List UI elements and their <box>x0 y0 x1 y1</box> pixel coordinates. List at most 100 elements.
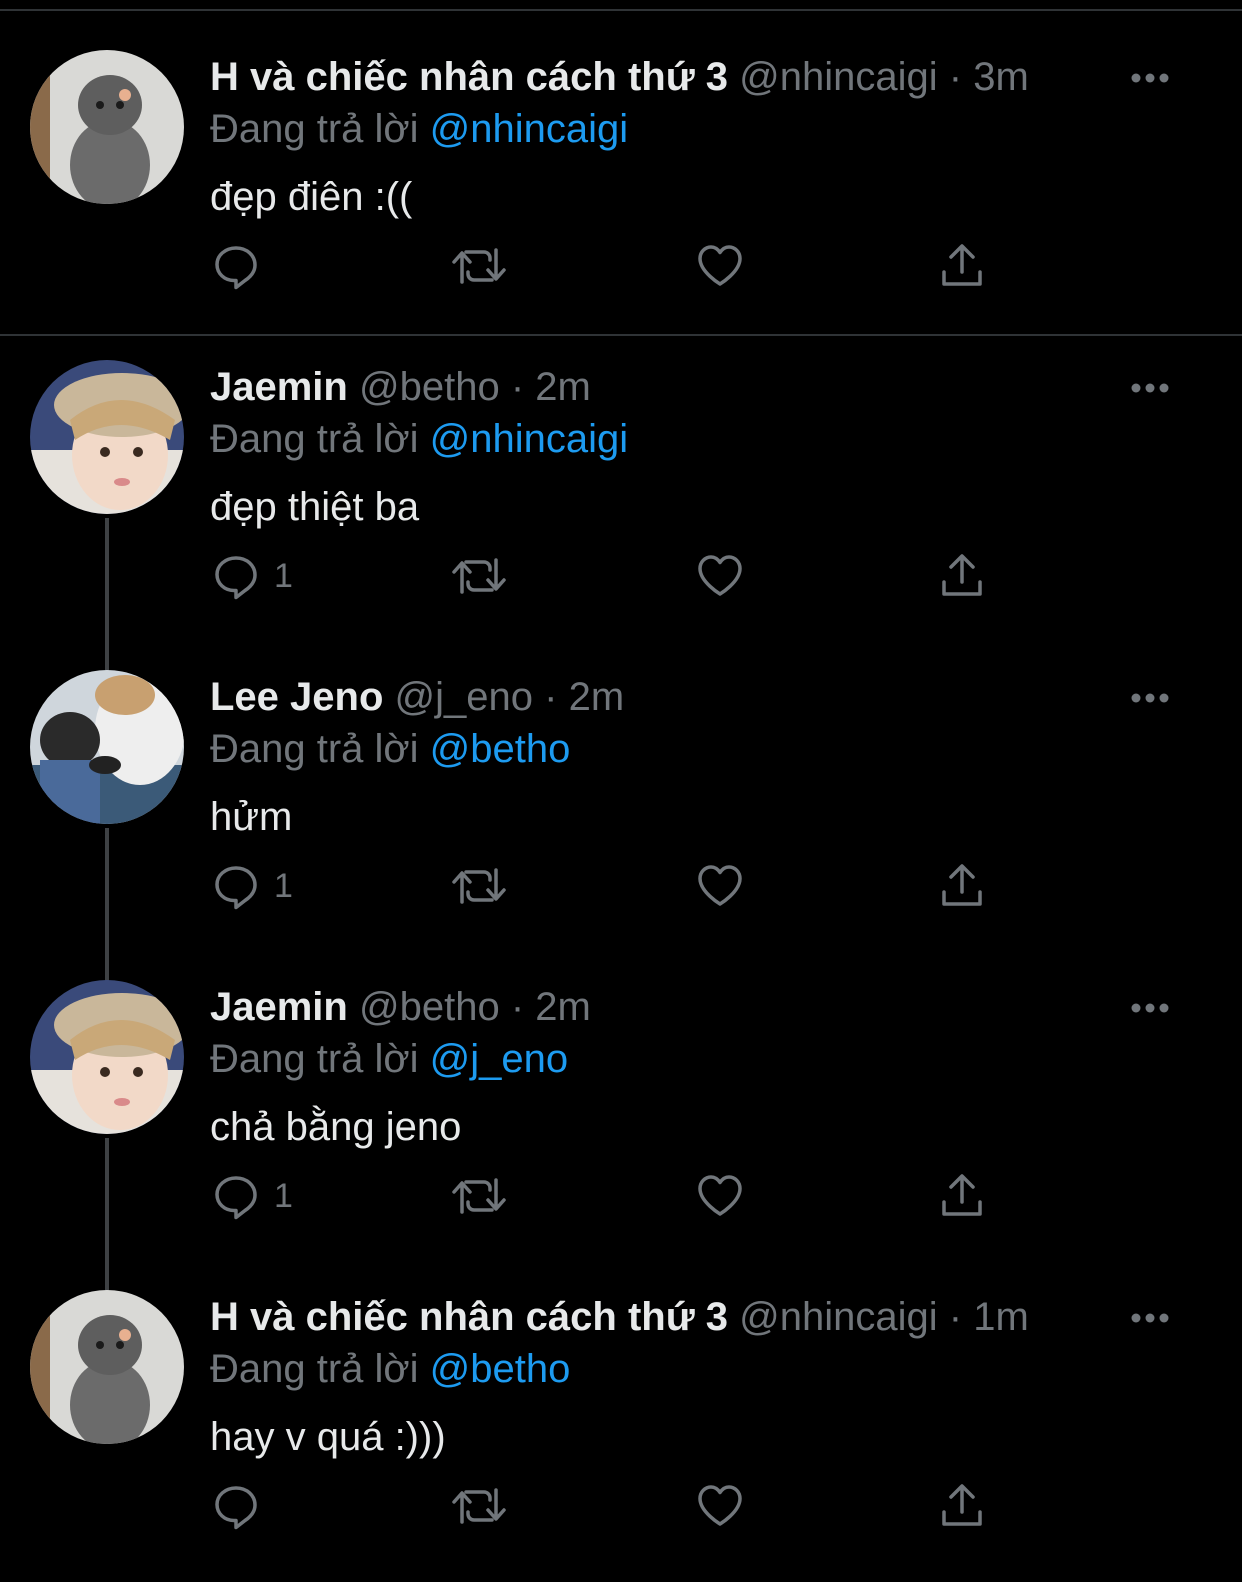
user-handle[interactable]: @betho <box>359 365 500 409</box>
reply-bubble-icon <box>215 556 257 600</box>
user-handle[interactable]: @j_eno <box>395 675 533 719</box>
like-button[interactable] <box>696 1168 744 1224</box>
heart-icon <box>698 1175 742 1216</box>
mention-link[interactable]: @nhincaigi <box>430 107 629 151</box>
reply-bubble-icon <box>215 1486 257 1530</box>
reply-bubble-icon <box>215 866 257 910</box>
retweet-icon <box>452 1178 506 1214</box>
share-upload-icon <box>942 554 982 596</box>
more-horizontal-icon[interactable] <box>1130 686 1170 710</box>
tweet-text: hay v quá :))) <box>210 1415 446 1459</box>
tweet[interactable]: Jaemin @betho · 2m Đang trả lời @j_eno c… <box>0 930 1242 1293</box>
more-horizontal-icon[interactable] <box>1130 66 1170 90</box>
tweet-text: hửm <box>210 795 293 839</box>
retweet-button[interactable] <box>452 1168 506 1224</box>
separator-dot: · <box>510 985 525 1029</box>
tweet-actions <box>0 1478 1242 1534</box>
like-button[interactable] <box>696 1478 744 1534</box>
share-button[interactable] <box>938 858 986 914</box>
more-horizontal-icon[interactable] <box>1130 376 1170 400</box>
reply-count: 1 <box>274 866 293 905</box>
retweet-button[interactable] <box>452 1478 506 1534</box>
replying-to: Đang trả lời @betho <box>210 724 570 774</box>
replying-to-label: Đang trả lời <box>210 727 419 771</box>
replying-to: Đang trả lời @nhincaigi <box>210 414 628 464</box>
mention-link[interactable]: @betho <box>430 727 571 771</box>
like-button[interactable] <box>696 858 744 914</box>
reply-bubble-icon <box>215 1176 257 1220</box>
reply-button[interactable]: 1 <box>212 858 293 914</box>
replying-to-label: Đang trả lời <box>210 1347 419 1391</box>
user-handle[interactable]: @nhincaigi <box>739 1295 938 1339</box>
separator-dot: · <box>948 55 963 99</box>
retweet-button[interactable] <box>452 548 506 604</box>
tweet-header: Jaemin @betho · 2m <box>210 362 591 412</box>
retweet-icon <box>452 558 506 594</box>
avatar[interactable] <box>30 1290 184 1444</box>
like-button[interactable] <box>696 238 744 294</box>
timestamp[interactable]: 2m <box>535 365 591 409</box>
tweet[interactable]: H và chiếc nhân cách thứ 3 @nhincaigi · … <box>0 0 1242 310</box>
replying-to-label: Đang trả lời <box>210 107 419 151</box>
retweet-button[interactable] <box>452 858 506 914</box>
reply-button[interactable]: 1 <box>212 548 293 604</box>
reply-button[interactable] <box>212 1478 274 1534</box>
avatar[interactable] <box>30 360 184 514</box>
replying-to: Đang trả lời @betho <box>210 1344 570 1394</box>
replying-to-label: Đang trả lời <box>210 417 419 461</box>
share-button[interactable] <box>938 1478 986 1534</box>
avatar[interactable] <box>30 980 184 1134</box>
mention-link[interactable]: @nhincaigi <box>430 417 629 461</box>
share-button[interactable] <box>938 238 986 294</box>
display-name[interactable]: H và chiếc nhân cách thứ 3 <box>210 1295 728 1339</box>
share-button[interactable] <box>938 548 986 604</box>
share-upload-icon <box>942 1174 982 1216</box>
retweet-icon <box>452 248 506 284</box>
more-horizontal-icon[interactable] <box>1130 996 1170 1020</box>
reply-count: 1 <box>274 556 293 595</box>
avatar[interactable] <box>30 670 184 824</box>
display-name[interactable]: H và chiếc nhân cách thứ 3 <box>210 55 728 99</box>
share-upload-icon <box>942 1484 982 1526</box>
heart-icon <box>698 865 742 906</box>
tweet[interactable]: Jaemin @betho · 2m Đang trả lời @nhincai… <box>0 310 1242 673</box>
share-button[interactable] <box>938 1168 986 1224</box>
display-name[interactable]: Lee Jeno <box>210 675 383 719</box>
tweet[interactable]: H và chiếc nhân cách thứ 3 @nhincaigi · … <box>0 1240 1242 1550</box>
mention-link[interactable]: @j_eno <box>430 1037 568 1081</box>
timestamp[interactable]: 3m <box>973 55 1029 99</box>
user-handle[interactable]: @nhincaigi <box>739 55 938 99</box>
timestamp[interactable]: 2m <box>535 985 591 1029</box>
separator-dot: · <box>510 365 525 409</box>
tweet-text: đẹp thiệt ba <box>210 485 420 529</box>
tweet-actions: 1 <box>0 548 1242 604</box>
tweet[interactable]: Lee Jeno @j_eno · 2m Đang trả lời @betho… <box>0 620 1242 983</box>
display-name[interactable]: Jaemin <box>210 365 348 409</box>
replying-to-label: Đang trả lời <box>210 1037 419 1081</box>
reply-button[interactable] <box>212 238 274 294</box>
tweet-header: H và chiếc nhân cách thứ 3 @nhincaigi · … <box>210 52 1029 102</box>
heart-icon <box>698 555 742 596</box>
tweet-header: Jaemin @betho · 2m <box>210 982 591 1032</box>
display-name[interactable]: Jaemin <box>210 985 348 1029</box>
share-upload-icon <box>942 244 982 286</box>
user-handle[interactable]: @betho <box>359 985 500 1029</box>
tweet-actions: 1 <box>0 1168 1242 1224</box>
more-horizontal-icon[interactable] <box>1130 1306 1170 1330</box>
reply-bubble-icon <box>215 246 257 290</box>
tweet-text: đẹp điên :(( <box>210 175 413 219</box>
tweet-header: Lee Jeno @j_eno · 2m <box>210 672 624 722</box>
timestamp[interactable]: 1m <box>973 1295 1029 1339</box>
tweet-text: chả bằng jeno <box>210 1105 462 1149</box>
separator-dot: · <box>948 1295 963 1339</box>
tweet-actions <box>0 238 1242 294</box>
timestamp[interactable]: 2m <box>569 675 625 719</box>
avatar[interactable] <box>30 50 184 204</box>
reply-button[interactable]: 1 <box>212 1168 293 1224</box>
heart-icon <box>698 1485 742 1526</box>
share-upload-icon <box>942 864 982 906</box>
mention-link[interactable]: @betho <box>430 1347 571 1391</box>
reply-count: 1 <box>274 1176 293 1215</box>
retweet-button[interactable] <box>452 238 506 294</box>
like-button[interactable] <box>696 548 744 604</box>
